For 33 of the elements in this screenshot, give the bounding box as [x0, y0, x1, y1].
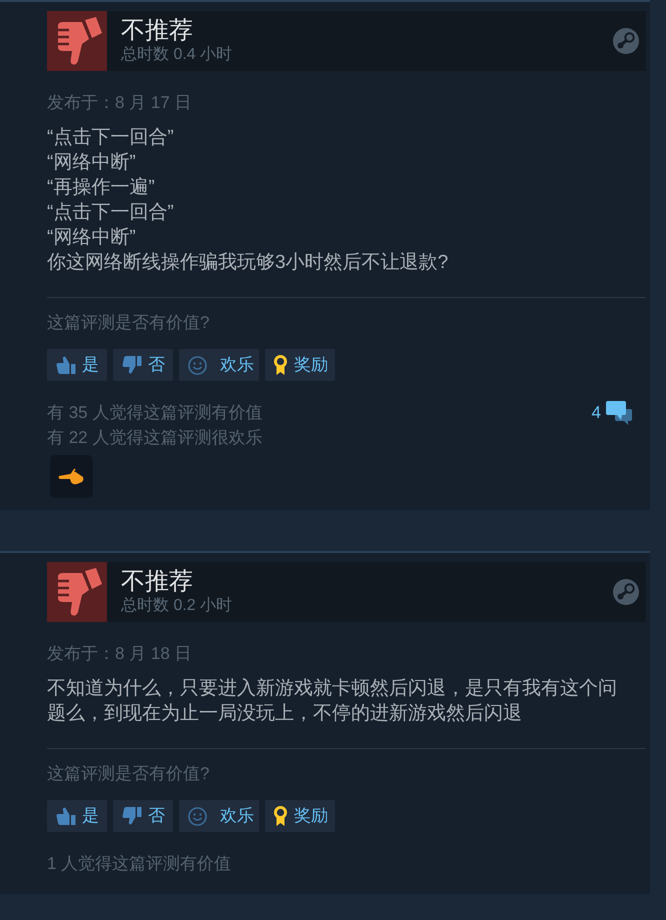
vote-yes-button[interactable]: 是	[47, 800, 107, 832]
thumbs-up-icon	[56, 806, 76, 826]
vote-yes-button[interactable]: 是	[47, 349, 107, 381]
round-logo-icon	[613, 28, 639, 54]
ribbon-medal-icon	[273, 354, 288, 376]
smiley-face-icon	[188, 806, 207, 826]
playtime-text: 总时数 0.2 小时	[121, 596, 234, 616]
award-button[interactable]: 奖励	[265, 800, 335, 832]
vote-funny-button[interactable]: 欢乐	[179, 800, 259, 832]
playtime-text: 总时数 0.4 小时	[121, 44, 234, 65]
review-text: 不知道为什么，只要进入新游戏就卡顿然后闪退，是只有我有这个问题么，到现在为止一局没玩上，不停的进新游戏然后闪退	[47, 677, 618, 726]
thumbs-down-icon	[122, 806, 142, 826]
review-verdict: 不推荐	[121, 17, 194, 44]
thumbs-down-icon	[122, 355, 142, 375]
review-verdict: 不推荐	[121, 568, 194, 595]
vote-funny-button[interactable]: 欢乐	[179, 349, 259, 381]
speech-bubbles-icon	[606, 400, 632, 424]
review-stat: 有 35 人觉得这篇评测有价值	[47, 402, 262, 424]
comment-count-link[interactable]: 4	[592, 400, 632, 425]
posted-date: 发布于：8 月 17 日	[47, 92, 192, 114]
smiley-face-icon	[188, 356, 207, 374]
award-button[interactable]: 奖励	[265, 349, 335, 381]
round-logo-icon	[613, 579, 639, 605]
vote-no-button[interactable]: 否	[113, 800, 173, 832]
review-stat: 有 22 人觉得这篇评测很欢乐	[47, 427, 262, 449]
review-stat: 1 人觉得这篇评测有价值	[47, 853, 232, 875]
helpful-question: 这篇评测是否有价值?	[47, 763, 210, 785]
vote-no-button[interactable]: 否	[113, 349, 173, 381]
review-text: “点击下一回合” “网络中断” “再操作一遍” “点击下一回合” “网络中断” 你这网络断线操作骗我玩够3小时然后不让退款?	[47, 126, 450, 275]
thumbs-up-icon	[56, 355, 76, 375]
helpful-question: 这篇评测是否有价值?	[47, 312, 210, 334]
ribbon-medal-icon	[273, 805, 288, 827]
posted-date: 发布于：8 月 18 日	[47, 643, 192, 665]
